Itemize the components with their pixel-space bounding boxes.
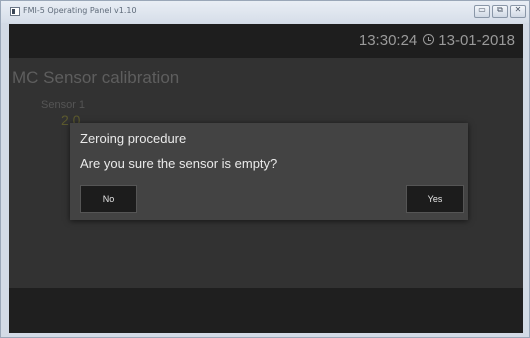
close-icon: ✕ <box>514 5 522 14</box>
client-area: 13:30:24 13-01-2018 MC Sensor calibration… <box>9 24 523 333</box>
window-title: FMI-5 Operating Panel v1.10 <box>23 6 137 15</box>
dialog-title: Zeroing procedure <box>80 131 187 146</box>
dialog-message: Are you sure the sensor is empty? <box>80 156 278 171</box>
maximize-button[interactable]: ⧉ <box>492 5 508 18</box>
footer-bar <box>9 288 523 333</box>
close-button[interactable]: ✕ <box>510 5 526 18</box>
app-window: FMI-5 Operating Panel v1.10 ▭ ⧉ ✕ 13:30:… <box>0 0 530 338</box>
status-header: 13:30:24 13-01-2018 <box>9 24 523 58</box>
time-text: 13:30:24 <box>358 32 418 49</box>
datetime-display: 13:30:24 13-01-2018 <box>359 32 515 49</box>
yes-button[interactable]: Yes <box>406 185 464 213</box>
minimize-button[interactable]: ▭ <box>474 5 490 18</box>
maximize-icon: ⧉ <box>497 5 503 14</box>
page-title: MC Sensor calibration <box>12 68 180 87</box>
no-button[interactable]: No <box>80 185 137 213</box>
minimize-icon: ▭ <box>478 5 486 14</box>
title-bar: FMI-5 Operating Panel v1.10 ▭ ⧉ ✕ <box>1 1 529 23</box>
clock-icon <box>423 34 435 45</box>
app-icon <box>10 7 20 16</box>
confirm-dialog: Zeroing procedure Are you sure the senso… <box>70 123 468 220</box>
sensor-label: Sensor 1 <box>41 99 86 111</box>
date-text: 13-01-2018 <box>438 32 515 49</box>
